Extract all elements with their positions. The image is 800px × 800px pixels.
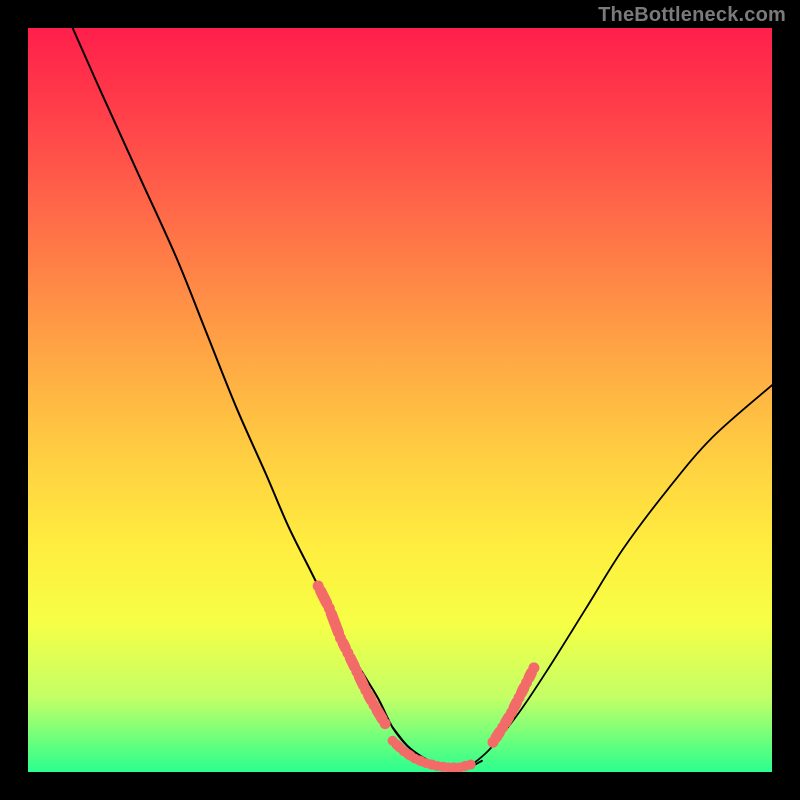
highlight-dot (380, 718, 391, 729)
plot-area (28, 28, 772, 772)
highlight-dot (342, 647, 353, 658)
highlight-dot (399, 746, 409, 756)
highlight-group (313, 581, 540, 773)
highlight-dot (360, 685, 371, 696)
highlight-dot (368, 700, 379, 711)
highlight-dot (528, 662, 539, 673)
highlight-dot (313, 581, 324, 592)
highlight-dot (488, 737, 499, 748)
watermark-text: TheBottleneck.com (598, 4, 786, 27)
highlight-dot (388, 736, 398, 746)
highlight-dot (521, 677, 532, 688)
highlight-dot (432, 761, 442, 771)
curve-group (73, 28, 772, 769)
highlight-dot (351, 666, 362, 677)
highlight-dot (497, 722, 508, 733)
left-curve (73, 28, 452, 769)
highlight-dot (466, 760, 476, 770)
highlight-dot (421, 758, 431, 768)
highlight-dot (410, 754, 420, 764)
chart-frame: TheBottleneck.com (0, 0, 800, 800)
highlight-dot (324, 603, 335, 614)
highlight-dot (506, 707, 517, 718)
highlight-dot (335, 633, 346, 644)
chart-svg (28, 28, 772, 772)
highlight-dot (514, 692, 525, 703)
